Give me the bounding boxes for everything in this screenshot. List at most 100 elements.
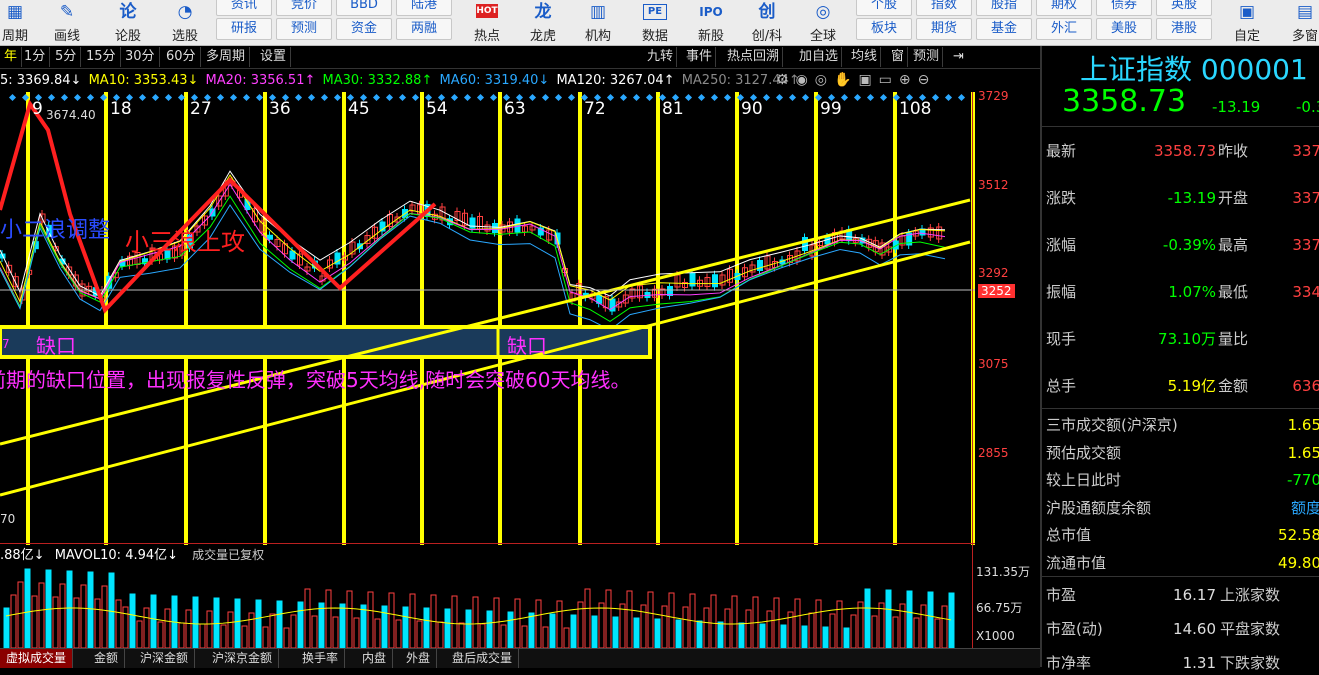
custom-button[interactable]: ▣ 自定	[1222, 0, 1272, 45]
quote-label-2: 最高	[1218, 236, 1249, 254]
tool-forecast[interactable]: 预测	[910, 47, 944, 67]
kline-chart[interactable]: 9 18 27 36 45 54 63 72 81 90 99 108	[0, 92, 975, 545]
multi-window-button[interactable]: ▤ 多窗	[1280, 0, 1319, 45]
tab-sh-sz-amount[interactable]: 沪深金额	[134, 649, 196, 668]
data-button[interactable]: PE 数据	[630, 0, 680, 45]
period-year[interactable]: 年	[0, 47, 23, 67]
volume-bar	[38, 582, 45, 648]
gear-icon[interactable]: ⚙	[776, 72, 796, 88]
volume-bar	[913, 617, 920, 648]
price-change-pct: -0.3	[1296, 98, 1319, 116]
hk-stock-button[interactable]: 港股	[1156, 18, 1212, 40]
hk-connect-button[interactable]: 陆港	[396, 0, 452, 16]
volume-bar	[521, 625, 528, 648]
tab-amount[interactable]: 金额	[88, 649, 126, 668]
window-icon[interactable]: ▭	[879, 72, 899, 88]
hand-icon[interactable]: ✋	[834, 72, 858, 88]
tool-moving-average[interactable]: 均线	[848, 47, 882, 67]
signal-diamond	[853, 93, 862, 102]
margin-button[interactable]: 两融	[396, 18, 452, 40]
volume-bar	[850, 614, 857, 648]
gap-box	[0, 325, 652, 359]
period-tool-button[interactable]: ▦ 周期	[0, 0, 40, 45]
lock-icon[interactable]: ▣	[858, 72, 878, 88]
volume-bar	[353, 617, 360, 648]
forex-button[interactable]: 外汇	[1036, 18, 1092, 40]
period-settings[interactable]: 设置	[256, 47, 292, 67]
research-button[interactable]: 研报	[216, 18, 272, 40]
tab-sh-sz-bj-amount[interactable]: 沪深京金额	[206, 649, 280, 668]
period-60min[interactable]: 60分	[162, 47, 201, 67]
eye-outline-icon[interactable]: ◎	[815, 72, 834, 88]
global-button[interactable]: ◎ 全球	[798, 0, 848, 45]
stock-index-button[interactable]: 股指	[976, 0, 1032, 16]
signal-diamond	[944, 93, 953, 102]
signal-diamond	[619, 93, 628, 102]
collapse-panel-icon[interactable]: ⇥	[950, 47, 967, 67]
tab-outer[interactable]: 外盘	[400, 649, 438, 668]
tool-hot-review[interactable]: 热点回溯	[724, 47, 784, 67]
sector-button[interactable]: 板块	[856, 18, 912, 40]
signal-diamond	[723, 93, 732, 102]
volume-bar	[423, 607, 430, 648]
volume-bar	[199, 623, 206, 648]
period-15min[interactable]: 15分	[82, 47, 121, 67]
hot-button[interactable]: HOT 热点	[462, 0, 512, 45]
bonds-button[interactable]: 债券	[1096, 0, 1152, 16]
discuss-stock-label: 论股	[114, 29, 141, 44]
tool-window[interactable]: 窗	[888, 47, 909, 67]
capital-button[interactable]: 资金	[336, 18, 392, 40]
institution-icon: ▥	[589, 2, 607, 22]
signal-diamond	[333, 93, 342, 102]
options-button[interactable]: 期权	[1036, 0, 1092, 16]
volume-chart[interactable]	[0, 565, 975, 648]
volume-tick: 131.35万	[976, 565, 1030, 579]
futures-button[interactable]: 期货	[916, 18, 972, 40]
tab-after-hours-volume[interactable]: 盘后成交量	[446, 649, 520, 668]
period-multi[interactable]: 多周期	[202, 47, 251, 67]
auction-button[interactable]: 竞价	[276, 0, 332, 16]
star-market-button[interactable]: 创 创/科	[742, 0, 792, 45]
valuation-row: 市盈(动) 14.60 平盘家数	[1046, 617, 1319, 641]
volume-bar	[843, 627, 850, 648]
signal-diamond	[489, 93, 498, 102]
volume-bar	[3, 607, 10, 648]
select-stock-button[interactable]: ◔ 选股	[160, 0, 210, 45]
star-market-label: 创/科	[751, 29, 783, 44]
index-button[interactable]: 指数	[916, 0, 972, 16]
market-stat-label: 预估成交额	[1046, 443, 1122, 462]
period-30min[interactable]: 30分	[121, 47, 160, 67]
tool-events[interactable]: 事件	[683, 47, 717, 67]
dragon-tiger-button[interactable]: 龙 龙虎	[518, 0, 568, 45]
bbd-button[interactable]: BBD	[336, 0, 392, 16]
institution-button[interactable]: ▥ 机构	[573, 0, 623, 45]
minus-icon[interactable]: ⊖	[918, 72, 937, 88]
draw-line-button[interactable]: ✎ 画线	[42, 0, 92, 45]
volume-bar	[157, 621, 164, 648]
uk-stock-button[interactable]: 英股	[1156, 0, 1212, 16]
tool-add-watchlist[interactable]: 加自选	[796, 47, 843, 67]
gap-label-1: 缺口	[36, 334, 76, 358]
tab-inner[interactable]: 内盘	[356, 649, 394, 668]
volume-bar	[486, 610, 493, 648]
volume-bar	[864, 588, 871, 648]
plus-icon[interactable]: ⊕	[899, 72, 918, 88]
fund-button[interactable]: 基金	[976, 18, 1032, 40]
current-price-tag: 3252	[978, 284, 1015, 298]
candle-body	[757, 260, 763, 271]
valuation-label-2: 平盘家数	[1220, 620, 1281, 638]
period-1min[interactable]: 1分	[20, 47, 51, 67]
ipo-button[interactable]: IPO 新股	[686, 0, 736, 45]
tab-turnover[interactable]: 换手率	[296, 649, 346, 668]
period-5min[interactable]: 5分	[51, 47, 82, 67]
stock-button[interactable]: 个股	[856, 0, 912, 16]
us-stock-button[interactable]: 美股	[1096, 18, 1152, 40]
tab-virtual-volume[interactable]: 虚拟成交量	[0, 649, 74, 668]
tool-nine-turn[interactable]: 九转	[644, 47, 678, 67]
news-button[interactable]: 资讯	[216, 0, 272, 16]
wave-line	[0, 99, 437, 314]
discuss-stock-button[interactable]: 论 论股	[103, 0, 153, 45]
forecast-button[interactable]: 预测	[276, 18, 332, 40]
eye-icon[interactable]: ◉	[796, 72, 815, 88]
volume-bar	[31, 595, 38, 648]
